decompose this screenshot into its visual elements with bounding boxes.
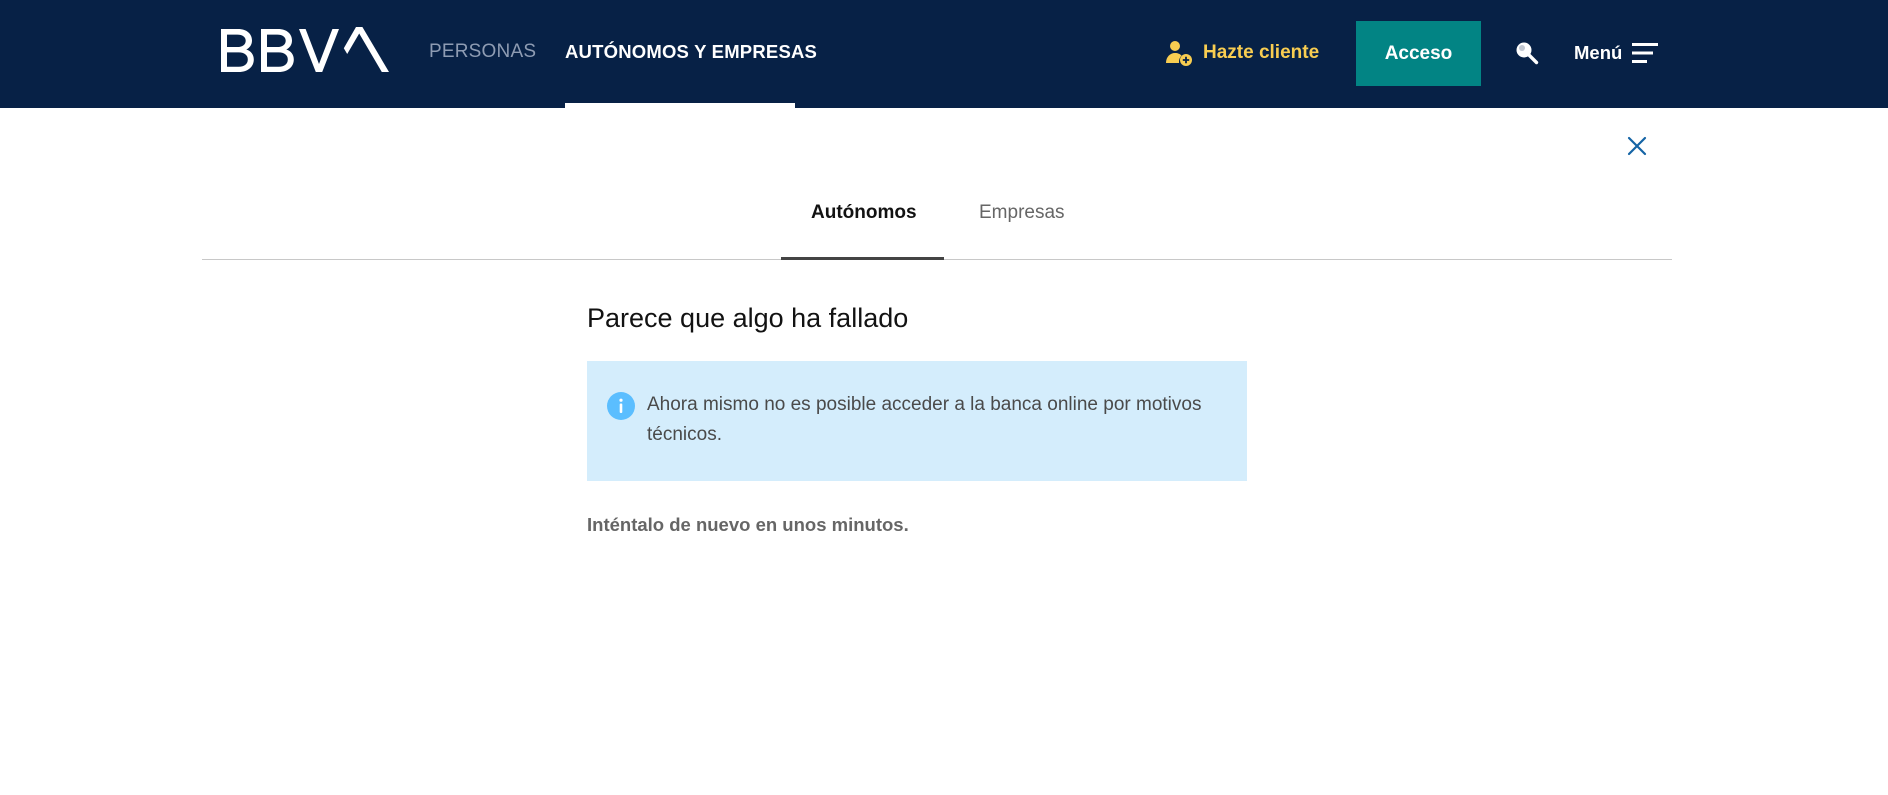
info-icon — [607, 392, 635, 420]
nav-autonomos-empresas[interactable]: AUTÓNOMOS Y EMPRESAS — [565, 40, 817, 64]
tab-empresas[interactable]: Empresas — [979, 201, 1065, 225]
user-plus-icon — [1166, 41, 1192, 66]
top-header: PERSONAS AUTÓNOMOS Y EMPRESAS Hazte clie… — [0, 0, 1888, 108]
acceso-button[interactable]: Acceso — [1356, 21, 1481, 86]
tab-autonomos[interactable]: Autónomos — [811, 201, 917, 225]
page-title: Parece que algo ha fallado — [587, 303, 909, 333]
tab-active-indicator — [781, 257, 944, 260]
search-icon[interactable] — [1514, 40, 1540, 66]
info-alert: Ahora mismo no es posible acceder a la b… — [587, 361, 1247, 481]
nav-active-indicator — [565, 103, 795, 108]
nav-personas[interactable]: PERSONAS — [429, 40, 536, 64]
retry-message: Inténtalo de nuevo en unos minutos. — [587, 514, 909, 535]
hazte-cliente-label: Hazte cliente — [1203, 42, 1320, 63]
close-icon[interactable] — [1626, 135, 1648, 157]
bbva-logo[interactable] — [221, 27, 389, 79]
hazte-cliente-link[interactable]: Hazte cliente — [1165, 38, 1319, 68]
info-message: Ahora mismo no es posible acceder a la b… — [647, 394, 1202, 445]
hamburger-menu-icon — [1632, 43, 1659, 63]
menu-button[interactable]: Menú — [1574, 40, 1659, 66]
menu-label: Menú — [1574, 42, 1623, 63]
